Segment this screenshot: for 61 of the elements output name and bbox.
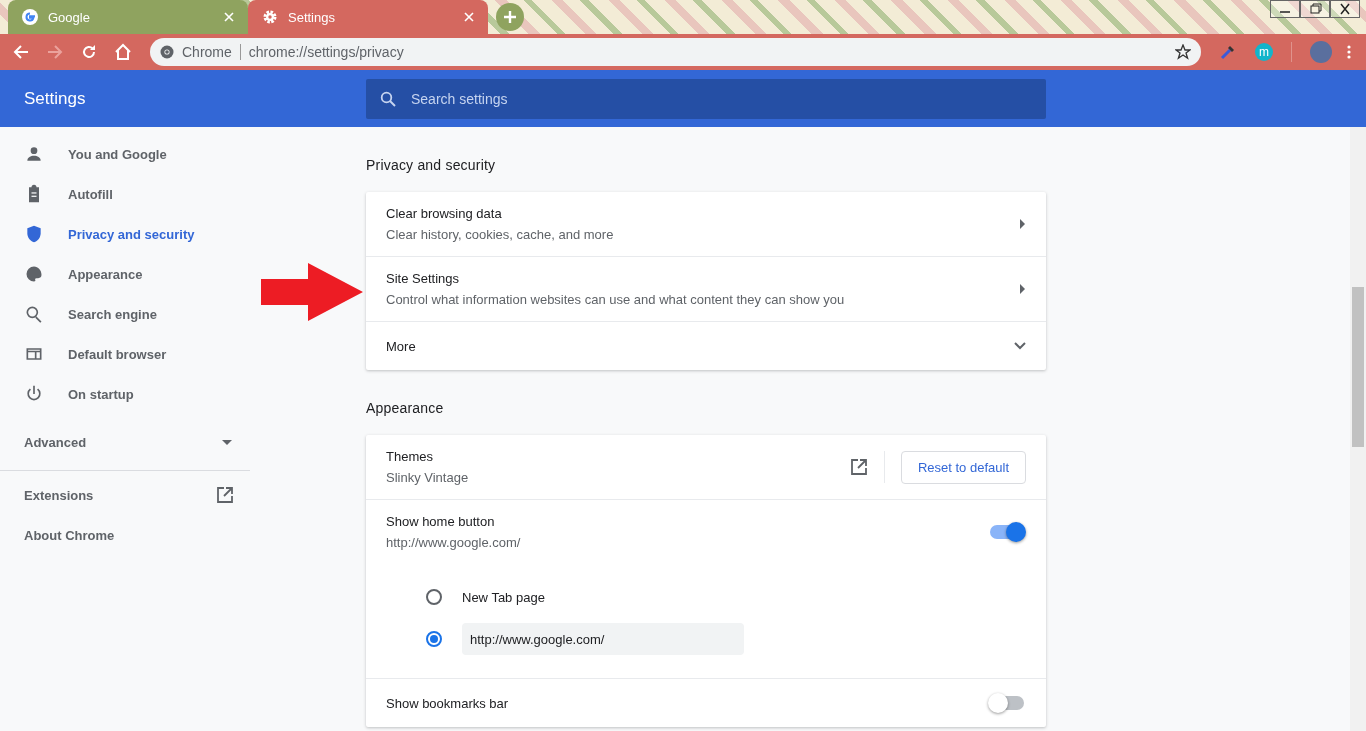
- palette-icon: [24, 264, 44, 284]
- radio-button[interactable]: [426, 589, 442, 605]
- caret-right-icon: [1020, 219, 1026, 229]
- back-arrow-icon: [13, 44, 29, 60]
- section-title: Appearance: [366, 400, 445, 416]
- sidebar-item[interactable]: Autofill: [0, 174, 250, 214]
- sidebar-item[interactable]: Appearance: [0, 254, 250, 294]
- row-title: Themes: [386, 449, 434, 464]
- external-link-icon[interactable]: [849, 458, 868, 476]
- menu-icon[interactable]: [1346, 44, 1352, 60]
- new-tab-button[interactable]: [496, 3, 524, 31]
- row-subtitle: Slinky Vintage: [386, 470, 470, 485]
- sidebar-link[interactable]: About Chrome: [0, 515, 250, 555]
- advanced-toggle[interactable]: Advanced: [0, 414, 250, 470]
- row-title: More: [386, 338, 417, 354]
- sidebar-item[interactable]: You and Google: [0, 134, 250, 174]
- minimize-icon[interactable]: [1270, 0, 1300, 18]
- sidebar-link[interactable]: Extensions: [0, 475, 250, 515]
- plus-icon: [503, 10, 517, 24]
- toggle-switch[interactable]: [990, 696, 1024, 710]
- url-input[interactable]: http://www.google.com/: [462, 623, 744, 655]
- row-title: Site Settings: [386, 271, 460, 286]
- url-text: chrome://settings/privacy: [248, 44, 405, 60]
- home-icon: [114, 43, 132, 61]
- sidebar-item[interactable]: On startup: [0, 374, 250, 414]
- sidebar-item[interactable]: Default browser: [0, 334, 250, 374]
- row-subtitle: Clear history, cookies, cache, and more: [386, 227, 615, 242]
- address-bar[interactable]: Chrome chrome://settings/privacy: [150, 38, 1201, 66]
- reset-button[interactable]: Reset to default: [900, 450, 1026, 484]
- radio-button[interactable]: [426, 631, 442, 647]
- gear-icon: [262, 9, 278, 25]
- chrome-logo-icon: [160, 45, 174, 59]
- settings-row[interactable]: Site Settings Control what information websites can use and what content they can show you: [366, 256, 1046, 321]
- star-icon[interactable]: [1175, 44, 1191, 60]
- google-logo-icon: [22, 9, 38, 25]
- scrollbar[interactable]: [1350, 127, 1366, 731]
- restore-icon[interactable]: [1300, 0, 1330, 18]
- page-title: Settings: [23, 88, 87, 109]
- reload-icon: [81, 44, 97, 60]
- browser-tab[interactable]: Settings: [248, 0, 488, 34]
- settings-row[interactable]: Clear browsing data Clear history, cookies, cache, and more: [366, 192, 1046, 256]
- row-subtitle: http://www.google.com/: [386, 535, 522, 550]
- sidebar-item[interactable]: Privacy and security: [0, 214, 250, 254]
- row-subtitle: Control what information websites can use and what content they can show you: [386, 292, 846, 307]
- toggle-switch[interactable]: [990, 525, 1024, 539]
- sidebar-item[interactable]: Search engine: [0, 294, 250, 334]
- row-title: Clear browsing data: [386, 206, 503, 221]
- search-field[interactable]: Search settings: [366, 78, 1046, 119]
- radio-label: New Tab page: [462, 589, 545, 605]
- row-title: Show home button: [386, 514, 496, 529]
- settings-row[interactable]: More: [366, 321, 1046, 370]
- close-icon[interactable]: [1330, 0, 1360, 18]
- person-icon: [24, 144, 44, 164]
- forward-arrow-icon: [47, 44, 63, 60]
- shield-icon: [24, 224, 44, 244]
- caret-right-icon: [1020, 284, 1026, 294]
- eyedropper-icon[interactable]: [1219, 43, 1237, 61]
- row-title: Show bookmarks bar: [386, 695, 510, 711]
- site-chip: Chrome: [182, 44, 241, 60]
- section-title: Privacy and security: [366, 157, 497, 173]
- search-icon: [24, 304, 44, 324]
